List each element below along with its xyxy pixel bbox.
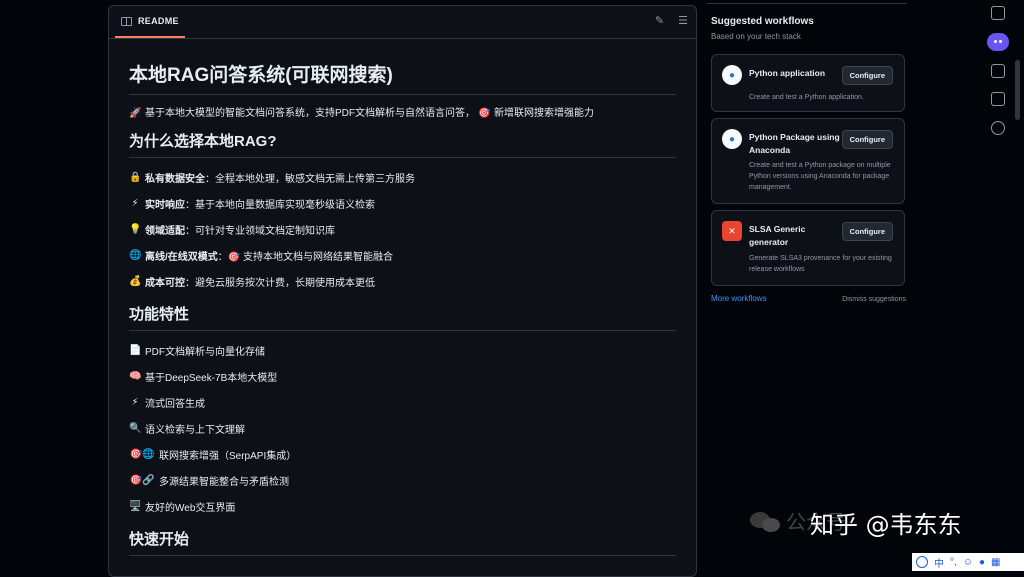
book-icon: [121, 16, 132, 26]
workflow-card: ● Python application Create and test a P…: [711, 54, 905, 112]
item-text: 多源结果智能整合与矛盾检测: [159, 476, 289, 488]
item-bold: 离线/在线双模式: [145, 251, 218, 263]
lead-text-2: 新增联网搜索增强能力: [494, 108, 594, 119]
ime-toolbar: 中 °, ☺ ● ▦: [912, 553, 1024, 571]
lightning-icon: ⚡: [131, 396, 139, 408]
magnifier-icon: 🔍: [129, 422, 142, 434]
list-item: 🎯🌐 联网搜索增强（SerpAPI集成）: [129, 441, 676, 467]
item-text: ：避免云服务按次计费，长期使用成本更低: [185, 277, 375, 289]
workflow-desc: Generate SLSA3 provenance for your exist…: [749, 255, 892, 273]
list-item: 🧠 基于DeepSeek-7B本地大模型: [129, 363, 676, 389]
why-list: 🔒 私有数据安全 ：全程本地处理，敏感文档无需上传第三方服务 ⚡ 实时响应 ：基于本地向…: [129, 164, 676, 294]
features-list: 📄 PDF文档解析与向量化存储 🧠 基于DeepSeek-7B本地大模型 ⚡ 流式回答…: [129, 337, 676, 519]
lightning-icon: ⚡: [131, 197, 139, 209]
workflow-card: ✕ SLSA Generic generator Generate SLSA3 …: [711, 210, 905, 286]
list-item: 🔒 私有数据安全 ：全程本地处理，敏感文档无需上传第三方服务: [129, 164, 676, 190]
ime-lang[interactable]: 中: [934, 555, 944, 570]
configure-button[interactable]: Configure: [841, 130, 893, 149]
rocket-icon: 🚀: [129, 108, 142, 119]
list-item: 🔍 语义检索与上下文理解: [129, 415, 676, 441]
item-bold: 实时响应: [145, 199, 185, 211]
readme-actions: ✎ ☰: [655, 15, 688, 27]
list-item: 💡 领域适配 ：可针对专业领域文档定制知识库: [129, 216, 676, 242]
copilot-icon[interactable]: [987, 33, 1009, 51]
bulb-icon: 💡: [129, 223, 142, 235]
readme-panel: README ✎ ☰ 本地RAG问答系统(可联网搜索) 🚀 基于本地大模型的智能文…: [108, 5, 697, 577]
item-text: 语义检索与上下文理解: [145, 424, 245, 436]
configure-button[interactable]: Configure: [841, 222, 893, 241]
book-icon[interactable]: [991, 64, 1005, 78]
money-bag-icon: 💰: [129, 275, 142, 287]
workflow-name: Python Package using Anaconda: [749, 132, 840, 155]
more-workflows-link[interactable]: More workflows: [711, 294, 767, 303]
watermark: 公众号 知乎 @韦东东: [748, 506, 962, 539]
globe-icon[interactable]: [991, 121, 1005, 135]
item-bold: 成本可控: [145, 277, 185, 289]
brain-icon: 🧠: [129, 370, 142, 382]
watermark-text: 知乎 @韦东东: [810, 511, 962, 539]
readme-tab-label: README: [138, 16, 179, 26]
ime-emoji-icon[interactable]: ☺: [963, 557, 973, 568]
ime-punct-icon[interactable]: °,: [950, 557, 957, 568]
workflow-desc: Create and test a Python package on mult…: [749, 162, 891, 191]
list-item: 📄 PDF文档解析与向量化存储: [129, 337, 676, 363]
ime-grid-icon[interactable]: ▦: [991, 557, 1000, 568]
target-link-icon: 🎯🔗: [129, 474, 155, 486]
workflow-card: ● Python Package using Anaconda Create a…: [711, 118, 905, 204]
workflows-title: Suggested workflows: [711, 16, 814, 27]
list-item: 🖥️ 友好的Web交互界面: [129, 493, 676, 519]
item-bold: 领域适配: [145, 225, 185, 237]
item-text: 联网搜索增强（SerpAPI集成）: [159, 450, 297, 462]
page-icon: 📄: [129, 344, 142, 356]
item-text: ：全程本地处理，敏感文档无需上传第三方服务: [205, 173, 415, 185]
apps-icon[interactable]: [991, 6, 1005, 20]
pencil-icon[interactable]: ✎: [655, 15, 664, 27]
item-text: ：可针对专业领域文档定制知识库: [185, 225, 335, 237]
target-globe-icon: 🎯🌐: [129, 448, 155, 460]
suggested-workflows-panel: Suggested workflows Based on your tech s…: [697, 0, 917, 571]
readme-lead: 🚀 基于本地大模型的智能文档问答系统，支持PDF文档解析与自然语言问答， 🎯 新增联网…: [129, 107, 676, 121]
readme-title: 本地RAG问答系统(可联网搜索): [129, 65, 676, 95]
features-heading: 功能特性: [129, 305, 676, 331]
ime-logo-icon[interactable]: [916, 556, 928, 568]
target-icon: 🎯: [478, 108, 491, 119]
configure-button[interactable]: Configure: [841, 66, 893, 85]
list-item: ⚡ 流式回答生成: [129, 389, 676, 415]
python-logo-icon: ●: [722, 129, 742, 149]
quickstart-heading: 快速开始: [129, 530, 676, 556]
computer-icon: 🖥️: [129, 500, 142, 512]
list-item: 🌐 离线/在线双模式 ：🎯 支持本地文档与网络结果智能融合: [129, 242, 676, 268]
workflow-name: Python application: [749, 68, 826, 78]
slsa-logo-icon: ✕: [722, 221, 742, 241]
item-text: 流式回答生成: [145, 398, 205, 410]
item-text: ：基于本地向量数据库实现毫秒级语义检索: [185, 199, 375, 211]
list-item: 💰 成本可控 ：避免云服务按次计费，长期使用成本更低: [129, 268, 676, 294]
item-bold: 私有数据安全: [145, 173, 205, 185]
divider: [707, 3, 907, 4]
scrollbar[interactable]: [1015, 60, 1020, 120]
dismiss-suggestions-link[interactable]: Dismiss suggestions: [842, 296, 906, 303]
workflows-subtitle: Based on your tech stack: [711, 32, 801, 41]
item-text: 友好的Web交互界面: [145, 502, 236, 514]
workflow-desc: Create and test a Python application.: [749, 94, 864, 101]
wechat-icon: [748, 508, 782, 534]
item-text: ：🎯 支持本地文档与网络结果智能融合: [217, 251, 394, 263]
browser-side-rail: [984, 0, 1012, 571]
workflow-name: SLSA Generic generator: [749, 224, 806, 247]
translate-icon[interactable]: [991, 92, 1005, 106]
lead-text: 基于本地大模型的智能文档问答系统，支持PDF文档解析与自然语言问答，: [145, 108, 475, 119]
list-item: 🎯🔗 多源结果智能整合与矛盾检测: [129, 467, 676, 493]
globe-icon: 🌐: [129, 249, 142, 261]
lock-icon: 🔒: [129, 171, 142, 183]
readme-header: README ✎ ☰: [109, 6, 696, 39]
list-item: ⚡ 实时响应 ：基于本地向量数据库实现毫秒级语义检索: [129, 190, 676, 216]
why-heading: 为什么选择本地RAG?: [129, 132, 676, 158]
item-text: 基于DeepSeek-7B本地大模型: [145, 372, 278, 384]
list-icon[interactable]: ☰: [678, 15, 688, 27]
item-text: PDF文档解析与向量化存储: [145, 346, 265, 358]
markdown-body: 本地RAG问答系统(可联网搜索) 🚀 基于本地大模型的智能文档问答系统，支持PDF…: [109, 65, 696, 556]
python-logo-icon: ●: [722, 65, 742, 85]
ime-mic-icon[interactable]: ●: [979, 557, 985, 568]
readme-tab[interactable]: README: [115, 6, 185, 38]
